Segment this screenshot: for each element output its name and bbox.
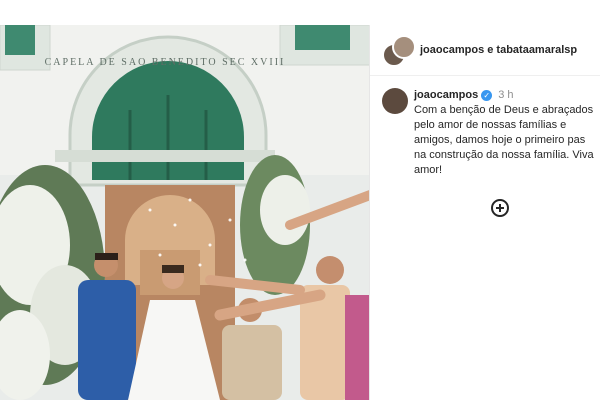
facade-inscription: CAPELA DE SAO BENEDITO SEC XVIII — [45, 57, 286, 68]
collab-avatar[interactable] — [382, 35, 416, 67]
post-authors[interactable]: joaocampos e tabataamaralsp — [420, 44, 577, 56]
post-photo[interactable]: CAPELA DE SAO BENEDITO SEC XVIII — [0, 25, 369, 400]
instagram-post: CAPELA DE SAO BENEDITO SEC XVIII joaocam… — [0, 25, 600, 400]
wedding-photo: CAPELA DE SAO BENEDITO SEC XVIII — [0, 25, 369, 400]
verified-badge-icon: ✓ — [481, 90, 493, 101]
plus-circle-icon[interactable] — [491, 199, 509, 217]
caption-body: joaocampos ✓ 3 h Com a benção de Deus e … — [414, 88, 600, 178]
caption-username[interactable]: joaocampos — [414, 88, 478, 103]
post-timestamp: 3 h — [498, 89, 514, 101]
avatar[interactable] — [382, 88, 408, 114]
caption-text: Com a benção de Deus e abraçados pelo am… — [414, 104, 594, 176]
avatar — [392, 35, 416, 59]
post-header: joaocampos e tabataamaralsp — [370, 25, 600, 76]
caption: joaocampos ✓ 3 h Com a benção de Deus e … — [370, 76, 600, 178]
post-sidebar: joaocampos e tabataamaralsp joaocampos ✓… — [369, 25, 600, 400]
